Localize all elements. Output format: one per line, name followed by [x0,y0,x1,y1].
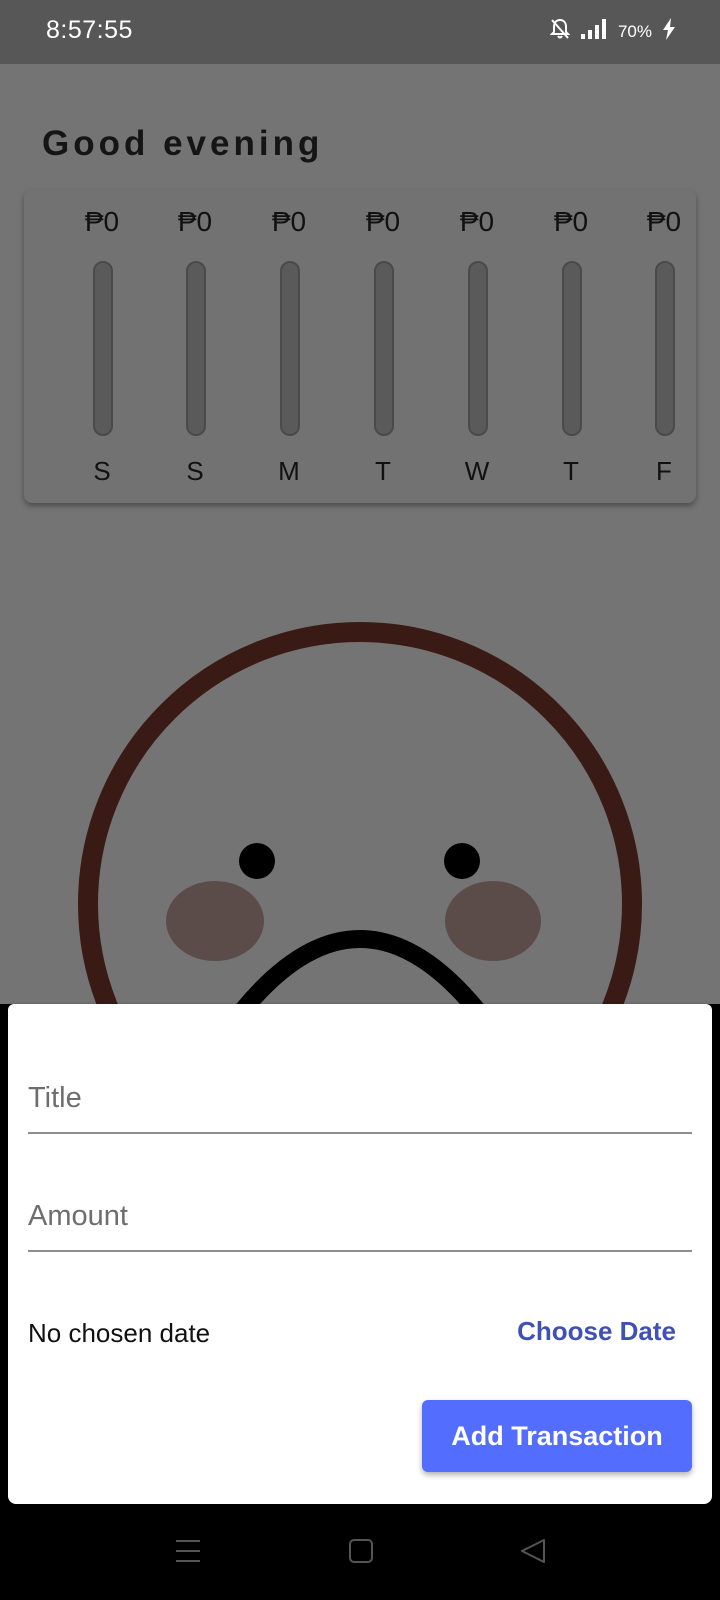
status-icons: 70% [549,18,676,45]
face-outline [78,622,642,1004]
left-eye [239,843,275,879]
chosen-date-text: No chosen date [28,1318,211,1348]
signal-icon [580,18,608,45]
amount-input[interactable] [28,1182,692,1252]
battery-percent: 70% [617,21,652,41]
bell-off-icon [549,18,571,45]
system-nav-bar [0,1512,720,1600]
right-cheek [445,881,541,961]
app-background: Good evening ₱0 S ₱0 S ₱0 M ₱0 T ₱0 W ₱0 [0,64,720,1004]
home-icon[interactable] [348,1538,374,1569]
sad-face-illustration [78,622,642,1004]
choose-date-button[interactable]: Choose Date [517,1316,676,1347]
add-transaction-button[interactable]: Add Transaction [422,1400,692,1472]
menu-icon[interactable] [174,1538,202,1569]
right-eye [444,843,480,879]
back-icon[interactable] [520,1538,546,1569]
charging-icon [662,18,676,45]
frown-mouth [236,930,484,1004]
left-cheek [166,881,264,961]
add-transaction-sheet: No chosen date Choose Date Add Transacti… [8,1004,712,1504]
status-bar: 8:57:55 70% [0,0,720,64]
status-time: 8:57:55 [46,16,133,44]
title-input[interactable] [28,1064,692,1134]
